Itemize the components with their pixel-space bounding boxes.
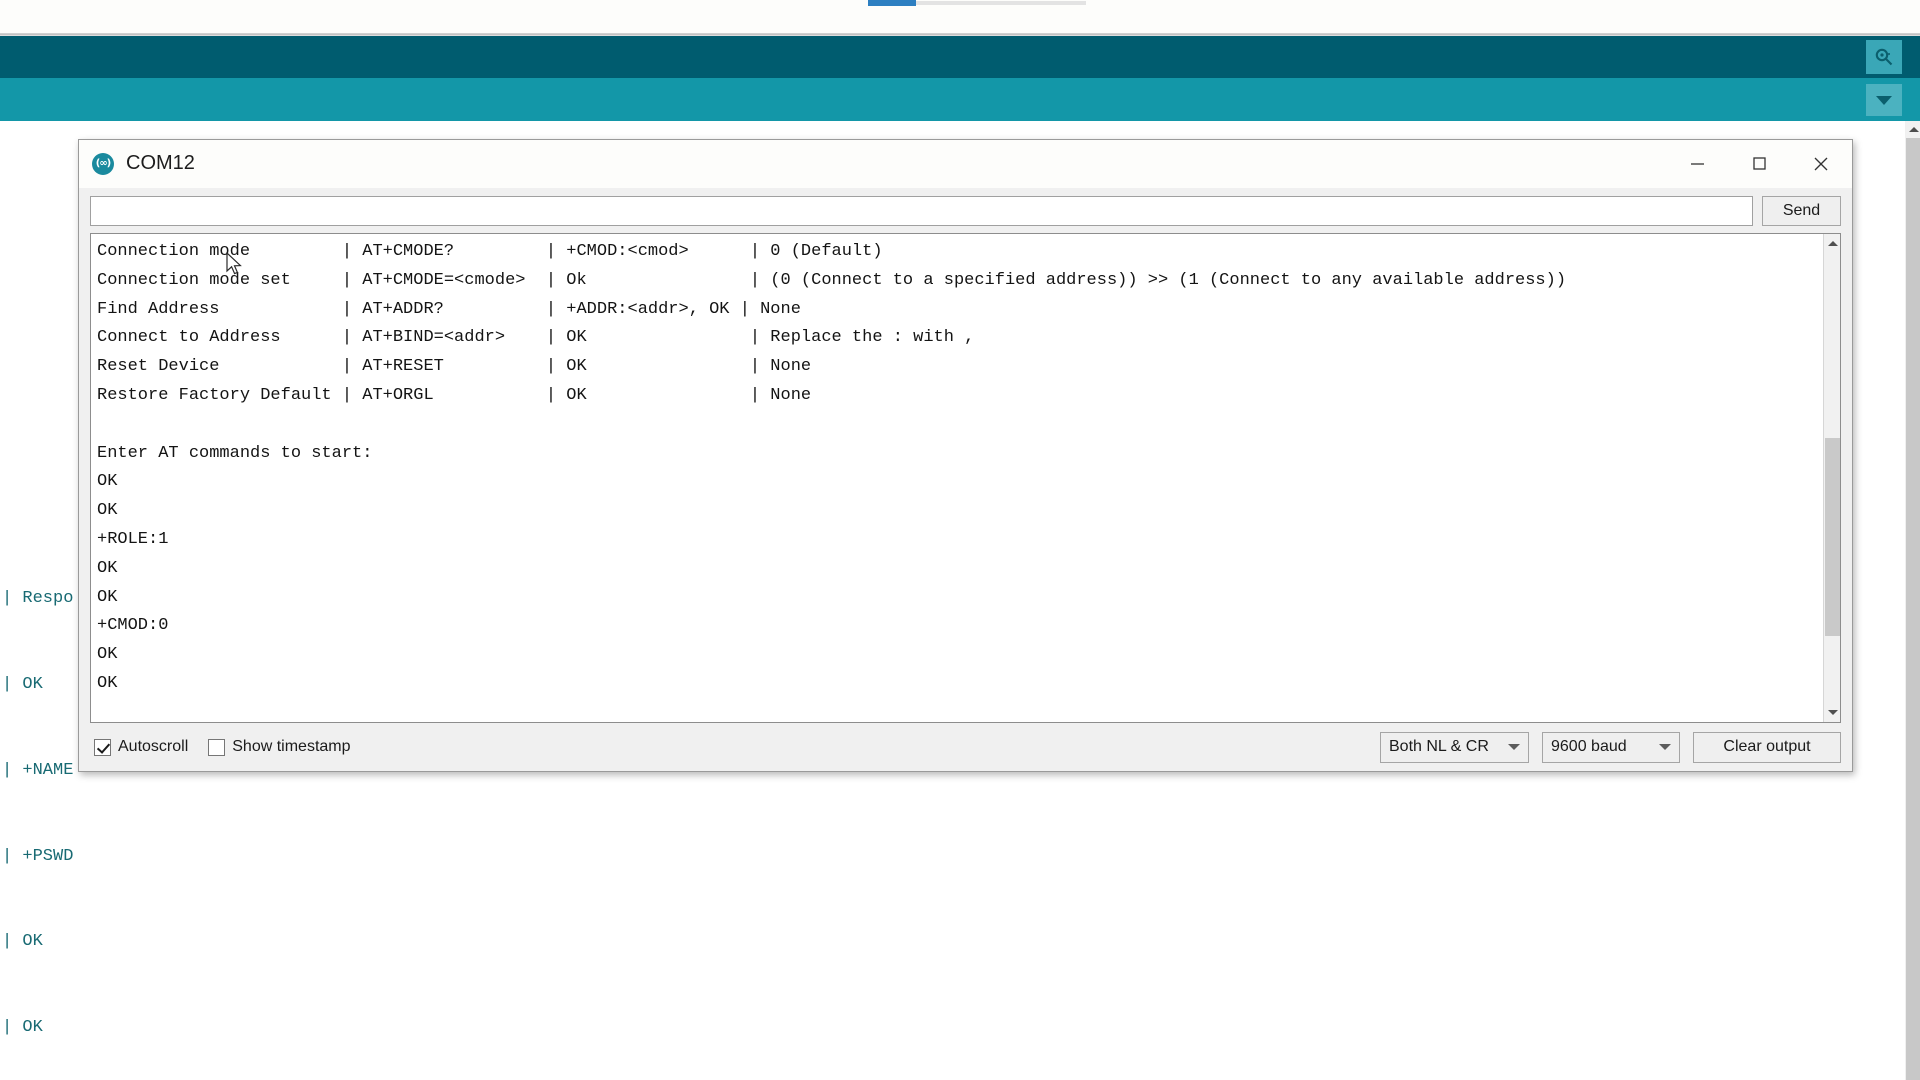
chevron-down-icon — [1659, 744, 1671, 750]
show-timestamp-label: Show timestamp — [232, 738, 350, 756]
maximize-icon — [1751, 155, 1768, 172]
clear-output-button[interactable]: Clear output — [1693, 732, 1841, 763]
show-timestamp-checkbox[interactable]: Show timestamp — [208, 738, 350, 756]
bottom-right-controls: Both NL & CR 9600 baud Clear output — [1380, 732, 1841, 763]
baud-rate-select[interactable]: 9600 baud — [1542, 732, 1680, 763]
close-icon — [1812, 155, 1830, 173]
editor-line: | OK — [2, 928, 1905, 957]
serial-send-input[interactable] — [90, 196, 1753, 226]
window-controls — [1666, 140, 1852, 188]
serial-output-text[interactable]: Connection mode | AT+CMODE? | +CMOD:<cmo… — [91, 234, 1823, 722]
ide-top-strip — [0, 0, 1920, 33]
send-row: Send — [79, 188, 1852, 233]
serial-monitor-magnifier-icon — [1873, 46, 1895, 68]
maximize-button[interactable] — [1728, 140, 1790, 188]
line-ending-select[interactable]: Both NL & CR — [1380, 732, 1529, 763]
output-vertical-scrollbar[interactable] — [1823, 234, 1840, 722]
baud-rate-value: 9600 baud — [1551, 738, 1645, 756]
minimize-button[interactable] — [1666, 140, 1728, 188]
scroll-up-button[interactable] — [1906, 121, 1920, 138]
ide-tab-underline — [916, 1, 1086, 5]
ide-toolbar-primary — [0, 36, 1920, 78]
output-scroll-thumb[interactable] — [1825, 438, 1840, 636]
output-scroll-up-button[interactable] — [1824, 234, 1841, 253]
chevron-down-icon — [1508, 744, 1520, 750]
ide-tab-highlight — [868, 0, 916, 6]
window-titlebar[interactable]: (∞) COM12 — [79, 140, 1852, 188]
editor-line: | +PSWD — [2, 843, 1905, 872]
toolbar-dropdown-button[interactable] — [1866, 84, 1902, 116]
serial-monitor-button[interactable] — [1866, 40, 1902, 74]
chevron-down-icon — [1828, 710, 1838, 715]
output-scroll-down-button[interactable] — [1824, 703, 1841, 722]
screen: | Respo | OK | +NAME | +PSWD | OK | OK |… — [0, 0, 1920, 1080]
serial-monitor-window: (∞) COM12 — [78, 139, 1853, 772]
window-vertical-scrollbar[interactable] — [1905, 121, 1920, 1080]
autoscroll-label: Autoscroll — [118, 738, 188, 756]
minimize-icon — [1689, 155, 1706, 172]
ide-toolbar-secondary — [0, 78, 1920, 121]
window-title: COM12 — [126, 152, 195, 175]
line-ending-value: Both NL & CR — [1389, 738, 1494, 756]
serial-monitor-bottom-bar: Autoscroll Show timestamp Both NL & CR 9… — [79, 723, 1852, 771]
serial-output-panel: Connection mode | AT+CMODE? | +CMOD:<cmo… — [90, 233, 1841, 723]
autoscroll-checkbox[interactable]: Autoscroll — [94, 738, 188, 756]
close-button[interactable] — [1790, 140, 1852, 188]
chevron-up-icon — [1828, 241, 1838, 246]
editor-line: | OK — [2, 1014, 1905, 1043]
chevron-up-icon — [1909, 127, 1919, 132]
arduino-logo-glyph: (∞) — [96, 158, 110, 169]
checkbox-check-icon[interactable] — [94, 739, 111, 756]
checkbox-empty-icon[interactable] — [208, 739, 225, 756]
chevron-down-icon — [1876, 96, 1892, 105]
send-button[interactable]: Send — [1762, 196, 1841, 226]
arduino-logo-icon: (∞) — [92, 153, 114, 175]
